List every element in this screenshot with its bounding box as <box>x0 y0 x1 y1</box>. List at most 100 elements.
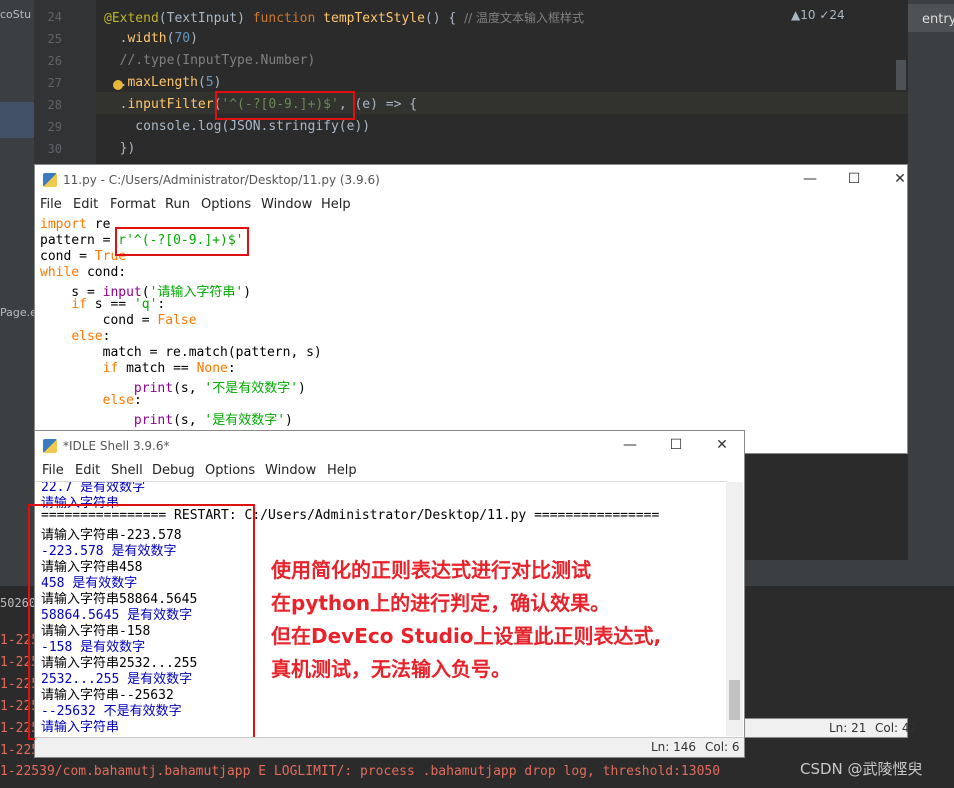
log-line-full: 1-22539/com.bahamutj.bahamutjapp E LOGLI… <box>0 764 721 779</box>
shell-scrollbar-thumb[interactable] <box>729 680 740 720</box>
code-token: else <box>71 329 103 344</box>
code-token: if <box>102 361 119 376</box>
idle-editor-window: 11.py - C:/Users/Administrator/Desktop/1… <box>34 164 908 735</box>
code-token: . <box>104 75 128 90</box>
editor-status-ln-visible: Ln: 21 <box>829 721 867 735</box>
code-line: cond = False <box>40 313 197 328</box>
code-token: () { <box>424 11 465 26</box>
ide-regex-highlight-box <box>215 91 355 120</box>
menu-edit[interactable]: Edit <box>75 463 100 478</box>
minimize-button[interactable]: — <box>619 435 641 455</box>
menu-file[interactable]: File <box>42 463 64 478</box>
code-token: s == <box>86 297 134 312</box>
csdn-watermark: CSDN @武陵悭臾 <box>800 760 923 778</box>
minimize-button[interactable]: — <box>799 169 821 189</box>
editor-statusbar: Ln: 21 Col: 42 <box>744 718 915 738</box>
code-line-25[interactable]: .width(70) <box>104 31 198 46</box>
shell-menubar: File Edit Shell Debug Options Window Hel… <box>35 461 744 481</box>
code-line: while cond: <box>40 265 126 280</box>
menu-window[interactable]: Window <box>265 463 316 478</box>
code-line: print(s, '是有效数字') <box>40 409 293 428</box>
python-logo-icon <box>43 439 57 453</box>
idle-shell-window: *IDLE Shell 3.9.6* — ☐ ✕ File Edit Shell… <box>28 430 745 758</box>
project-label[interactable]: coStu <box>0 8 34 21</box>
code-token: cond = <box>40 313 158 328</box>
code-line: else: <box>40 329 110 344</box>
python-logo-icon <box>43 173 57 187</box>
shell-statusbar: Ln: 146 Col: 6 <box>35 737 744 757</box>
code-token: if <box>71 297 87 312</box>
selected-file-highlight <box>0 102 34 138</box>
code-token: 70 <box>174 31 191 46</box>
code-token: 'q' <box>133 297 158 312</box>
code-token: pattern = <box>40 233 119 248</box>
page-file-label[interactable]: Page.e <box>0 306 34 319</box>
code-token: : <box>157 297 166 312</box>
menu-help[interactable]: Help <box>327 463 357 478</box>
code-token: : <box>227 361 236 376</box>
maximize-button[interactable]: ☐ <box>843 169 865 189</box>
menu-help[interactable]: Help <box>321 197 351 212</box>
menu-run[interactable]: Run <box>165 197 190 212</box>
code-line: cond = True <box>40 249 126 264</box>
shell-title: *IDLE Shell 3.9.6* <box>63 439 170 453</box>
menu-shell[interactable]: Shell <box>111 463 143 478</box>
code-line-26[interactable]: //.type(InputType.Number) <box>104 53 316 68</box>
code-comment: // 温度文本输入框样式 <box>464 11 584 25</box>
code-token: match == <box>118 361 197 376</box>
code-token: (TextInput) <box>158 11 253 26</box>
menu-window[interactable]: Window <box>261 197 312 212</box>
code-token: . <box>104 31 128 46</box>
code-token: while <box>40 265 80 280</box>
code-token: '是有效数字' <box>204 413 286 428</box>
line-number: 30 <box>47 142 62 156</box>
annotation-line: 真机测试，无法输入负号。 <box>271 657 511 681</box>
line-number: 25 <box>47 32 62 46</box>
code-line-24[interactable]: @Extend(TextInput) function tempTextStyl… <box>104 9 584 26</box>
maximize-button[interactable]: ☐ <box>665 435 687 455</box>
code-line: if match == None: <box>40 361 236 376</box>
menu-debug[interactable]: Debug <box>152 463 195 478</box>
shell-status-col: Col: 6 <box>705 740 740 754</box>
code-line: import re <box>40 217 110 232</box>
code-token: print <box>133 413 174 428</box>
code-token: cond: <box>79 265 127 280</box>
code-line: else: <box>40 393 142 408</box>
code-line-29[interactable]: console.log(JSON.stringify(e)) <box>104 119 370 134</box>
code-line: if s == 'q': <box>40 297 165 312</box>
code-token: : <box>102 329 111 344</box>
code-token: @Extend <box>104 11 159 26</box>
editor-titlebar[interactable]: 11.py - C:/Users/Administrator/Desktop/1… <box>35 165 907 195</box>
menu-options[interactable]: Options <box>205 463 255 478</box>
close-button[interactable]: ✕ <box>711 435 733 455</box>
code-line: match = re.match(pattern, s) <box>40 345 322 360</box>
code-line-27[interactable]: .maxLength(5) <box>104 75 222 90</box>
code-token: ) <box>243 285 252 300</box>
menu-file[interactable]: File <box>40 197 62 212</box>
code-token: '不是有效数字' <box>204 381 299 396</box>
line-number: 29 <box>47 120 62 134</box>
code-token: inputFilter <box>127 97 214 112</box>
code-token: import <box>40 217 87 232</box>
menu-format[interactable]: Format <box>110 197 156 212</box>
code-token: width <box>127 31 167 46</box>
inspection-warnings[interactable]: ▲10 ✓24 <box>791 8 845 22</box>
code-token: ( <box>197 75 206 90</box>
menu-edit[interactable]: Edit <box>73 197 98 212</box>
code-token: . <box>104 97 128 112</box>
shell-status-ln: Ln: 146 <box>651 740 697 754</box>
tab-entry[interactable]: entry <box>908 4 954 32</box>
shell-titlebar[interactable]: *IDLE Shell 3.9.6* — ☐ ✕ <box>35 431 744 461</box>
code-token: maxLength <box>127 75 198 90</box>
close-button[interactable]: ✕ <box>889 169 911 189</box>
menu-options[interactable]: Options <box>201 197 251 212</box>
ide-scrollbar[interactable] <box>896 60 906 90</box>
line-number: 27 <box>47 76 62 90</box>
editor-regex-highlight-box <box>115 227 249 256</box>
code-line-30[interactable]: }) <box>104 141 136 156</box>
code-token: function <box>252 11 324 26</box>
code-token: else <box>102 393 134 408</box>
